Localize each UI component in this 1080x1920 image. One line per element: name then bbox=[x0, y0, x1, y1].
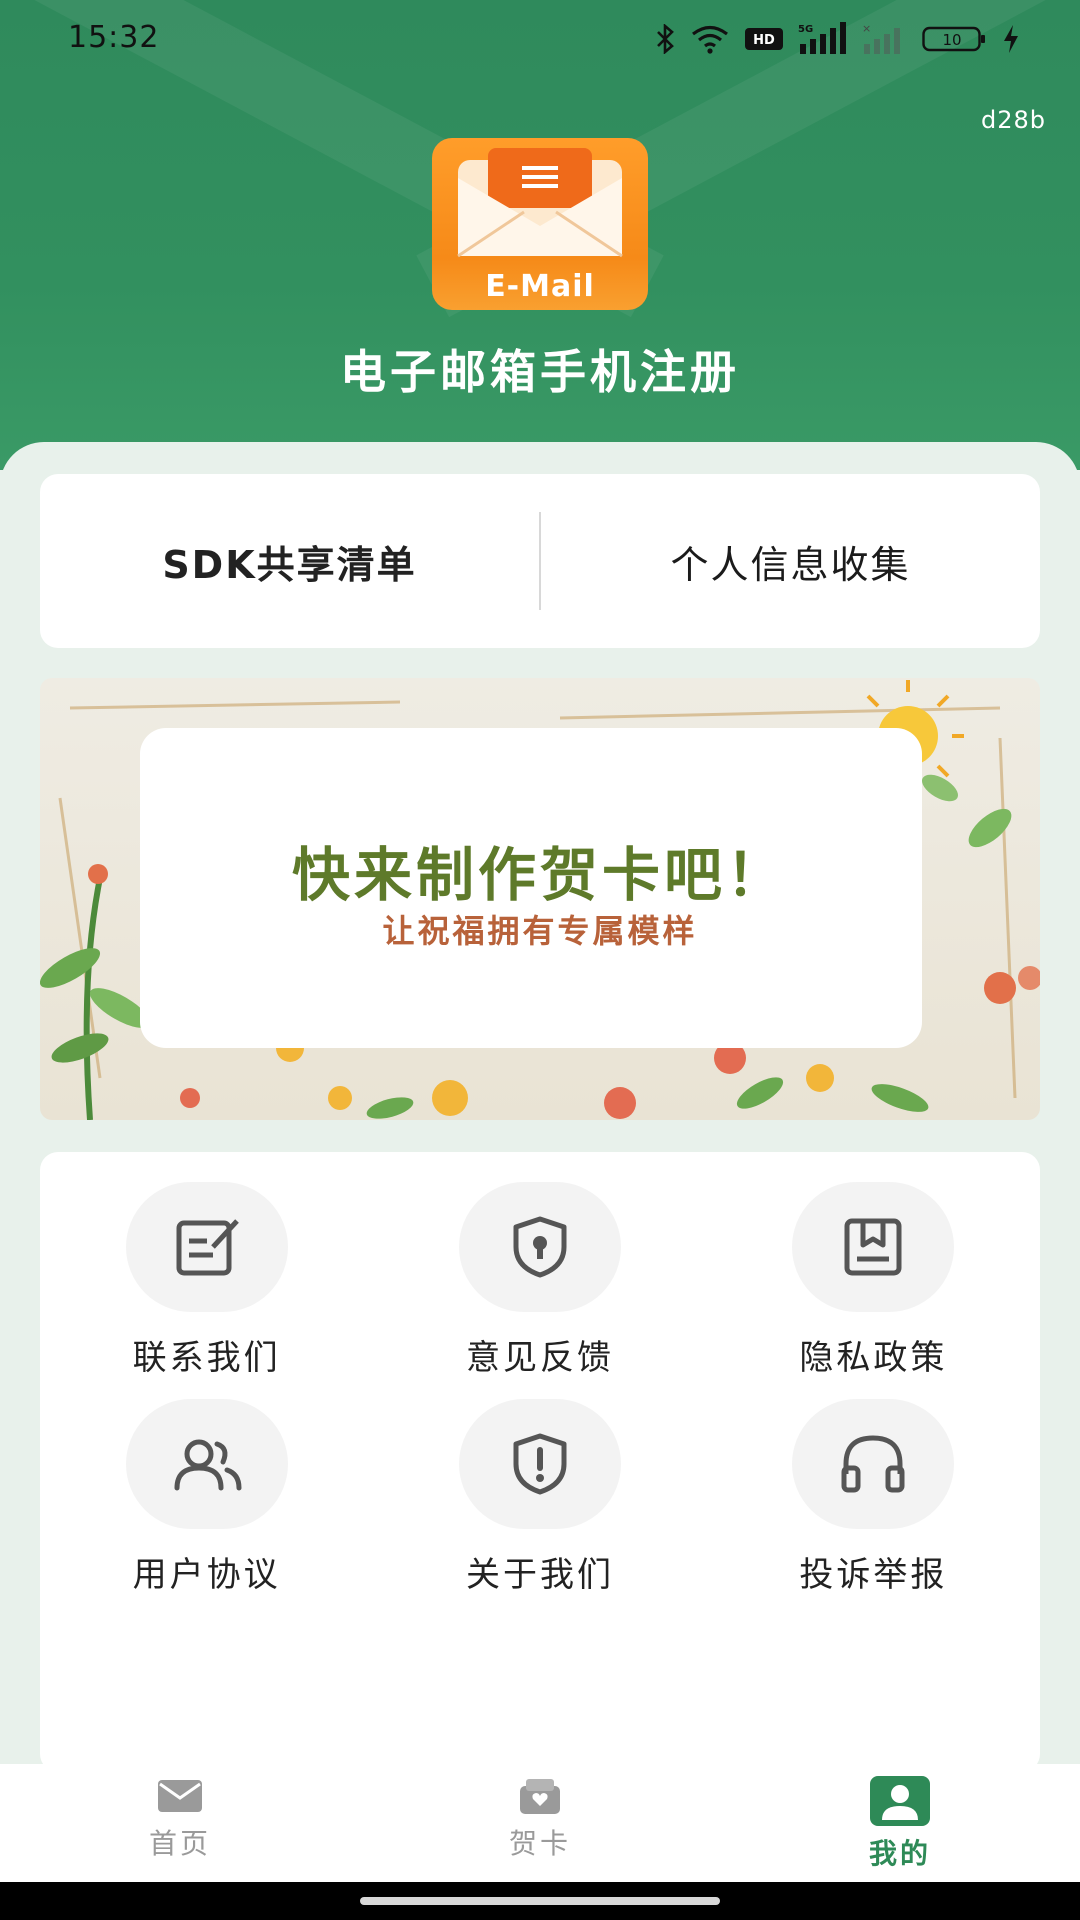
menu-item-contact[interactable]: 联系我们 bbox=[40, 1182, 373, 1379]
menu-item-privacy[interactable]: 隐私政策 bbox=[707, 1182, 1040, 1379]
sdk-list-link[interactable]: SDK共享清单 bbox=[40, 534, 539, 589]
tab-home[interactable]: 首页 bbox=[0, 1764, 360, 1882]
tab-cards[interactable]: 贺卡 bbox=[360, 1764, 720, 1882]
menu-label: 投诉举报 bbox=[799, 1555, 948, 1595]
svg-text:HD: HD bbox=[753, 33, 775, 48]
logo-text: E-Mail bbox=[485, 269, 595, 304]
tab-label: 首页 bbox=[148, 1827, 211, 1860]
menu-card: 联系我们 意见反馈 隐私政策 用户协议 关于我们 投诉举报 bbox=[40, 1152, 1040, 1772]
menu-label: 联系我们 bbox=[132, 1338, 281, 1378]
shield-lock-icon bbox=[513, 1216, 567, 1278]
battery-icon: 10 bbox=[922, 26, 985, 52]
menu-item-about[interactable]: 关于我们 bbox=[373, 1399, 706, 1596]
menu-item-complaint[interactable]: 投诉举报 bbox=[707, 1399, 1040, 1596]
menu-label: 隐私政策 bbox=[799, 1338, 948, 1378]
hd-icon: HD bbox=[745, 28, 783, 50]
header: 15:32 HD 5G × 10 d28b E-Mail 电子邮箱手机注册 bbox=[0, 0, 1080, 470]
version-label: d28b bbox=[980, 106, 1046, 134]
bluetooth-icon bbox=[657, 24, 674, 54]
envelope-icon bbox=[457, 148, 623, 258]
signal-5g-icon: 5G bbox=[798, 22, 846, 54]
menu-label: 意见反馈 bbox=[465, 1338, 614, 1378]
mail-icon bbox=[158, 1780, 202, 1812]
edit-note-icon bbox=[176, 1219, 239, 1276]
wifi-icon bbox=[692, 25, 728, 54]
signal-off-icon: × bbox=[862, 22, 900, 54]
book-icon bbox=[844, 1218, 902, 1276]
status-bar: 15:32 HD 5G × 10 bbox=[0, 0, 1080, 80]
charging-icon bbox=[1004, 25, 1018, 53]
headset-icon bbox=[841, 1435, 905, 1493]
users-icon bbox=[174, 1439, 242, 1491]
menu-label: 用户协议 bbox=[132, 1555, 281, 1595]
banner-title: 快来制作贺卡吧！ bbox=[291, 841, 788, 909]
personal-info-link[interactable]: 个人信息收集 bbox=[541, 534, 1040, 589]
menu-item-feedback[interactable]: 意见反馈 bbox=[373, 1182, 706, 1379]
status-time: 15:32 bbox=[68, 20, 160, 55]
menu-item-user-agreement[interactable]: 用户协议 bbox=[40, 1399, 373, 1596]
app-logo: E-Mail bbox=[432, 138, 648, 310]
battery-level: 10 bbox=[942, 31, 961, 49]
shield-alert-icon bbox=[513, 1433, 567, 1495]
home-indicator[interactable] bbox=[360, 1897, 720, 1905]
greeting-card-banner[interactable]: 快来制作贺卡吧！ 让祝福拥有专属模样 bbox=[40, 678, 1040, 1120]
profile-icon bbox=[870, 1776, 930, 1826]
card-icon bbox=[520, 1779, 560, 1814]
tab-mine[interactable]: 我的 bbox=[720, 1764, 1080, 1882]
tab-label: 我的 bbox=[868, 1837, 931, 1870]
links-card: SDK共享清单 个人信息收集 bbox=[40, 474, 1040, 648]
svg-text:×: × bbox=[862, 22, 871, 35]
bottom-tab-bar: 首页 贺卡 我的 bbox=[0, 1764, 1080, 1882]
system-nav-bar bbox=[0, 1882, 1080, 1920]
network-label: 5G bbox=[798, 24, 813, 35]
menu-label: 关于我们 bbox=[465, 1555, 614, 1595]
app-title: 电子邮箱手机注册 bbox=[340, 345, 740, 399]
tab-label: 贺卡 bbox=[508, 1827, 571, 1860]
banner-subtitle: 让祝福拥有专属模样 bbox=[382, 912, 698, 950]
